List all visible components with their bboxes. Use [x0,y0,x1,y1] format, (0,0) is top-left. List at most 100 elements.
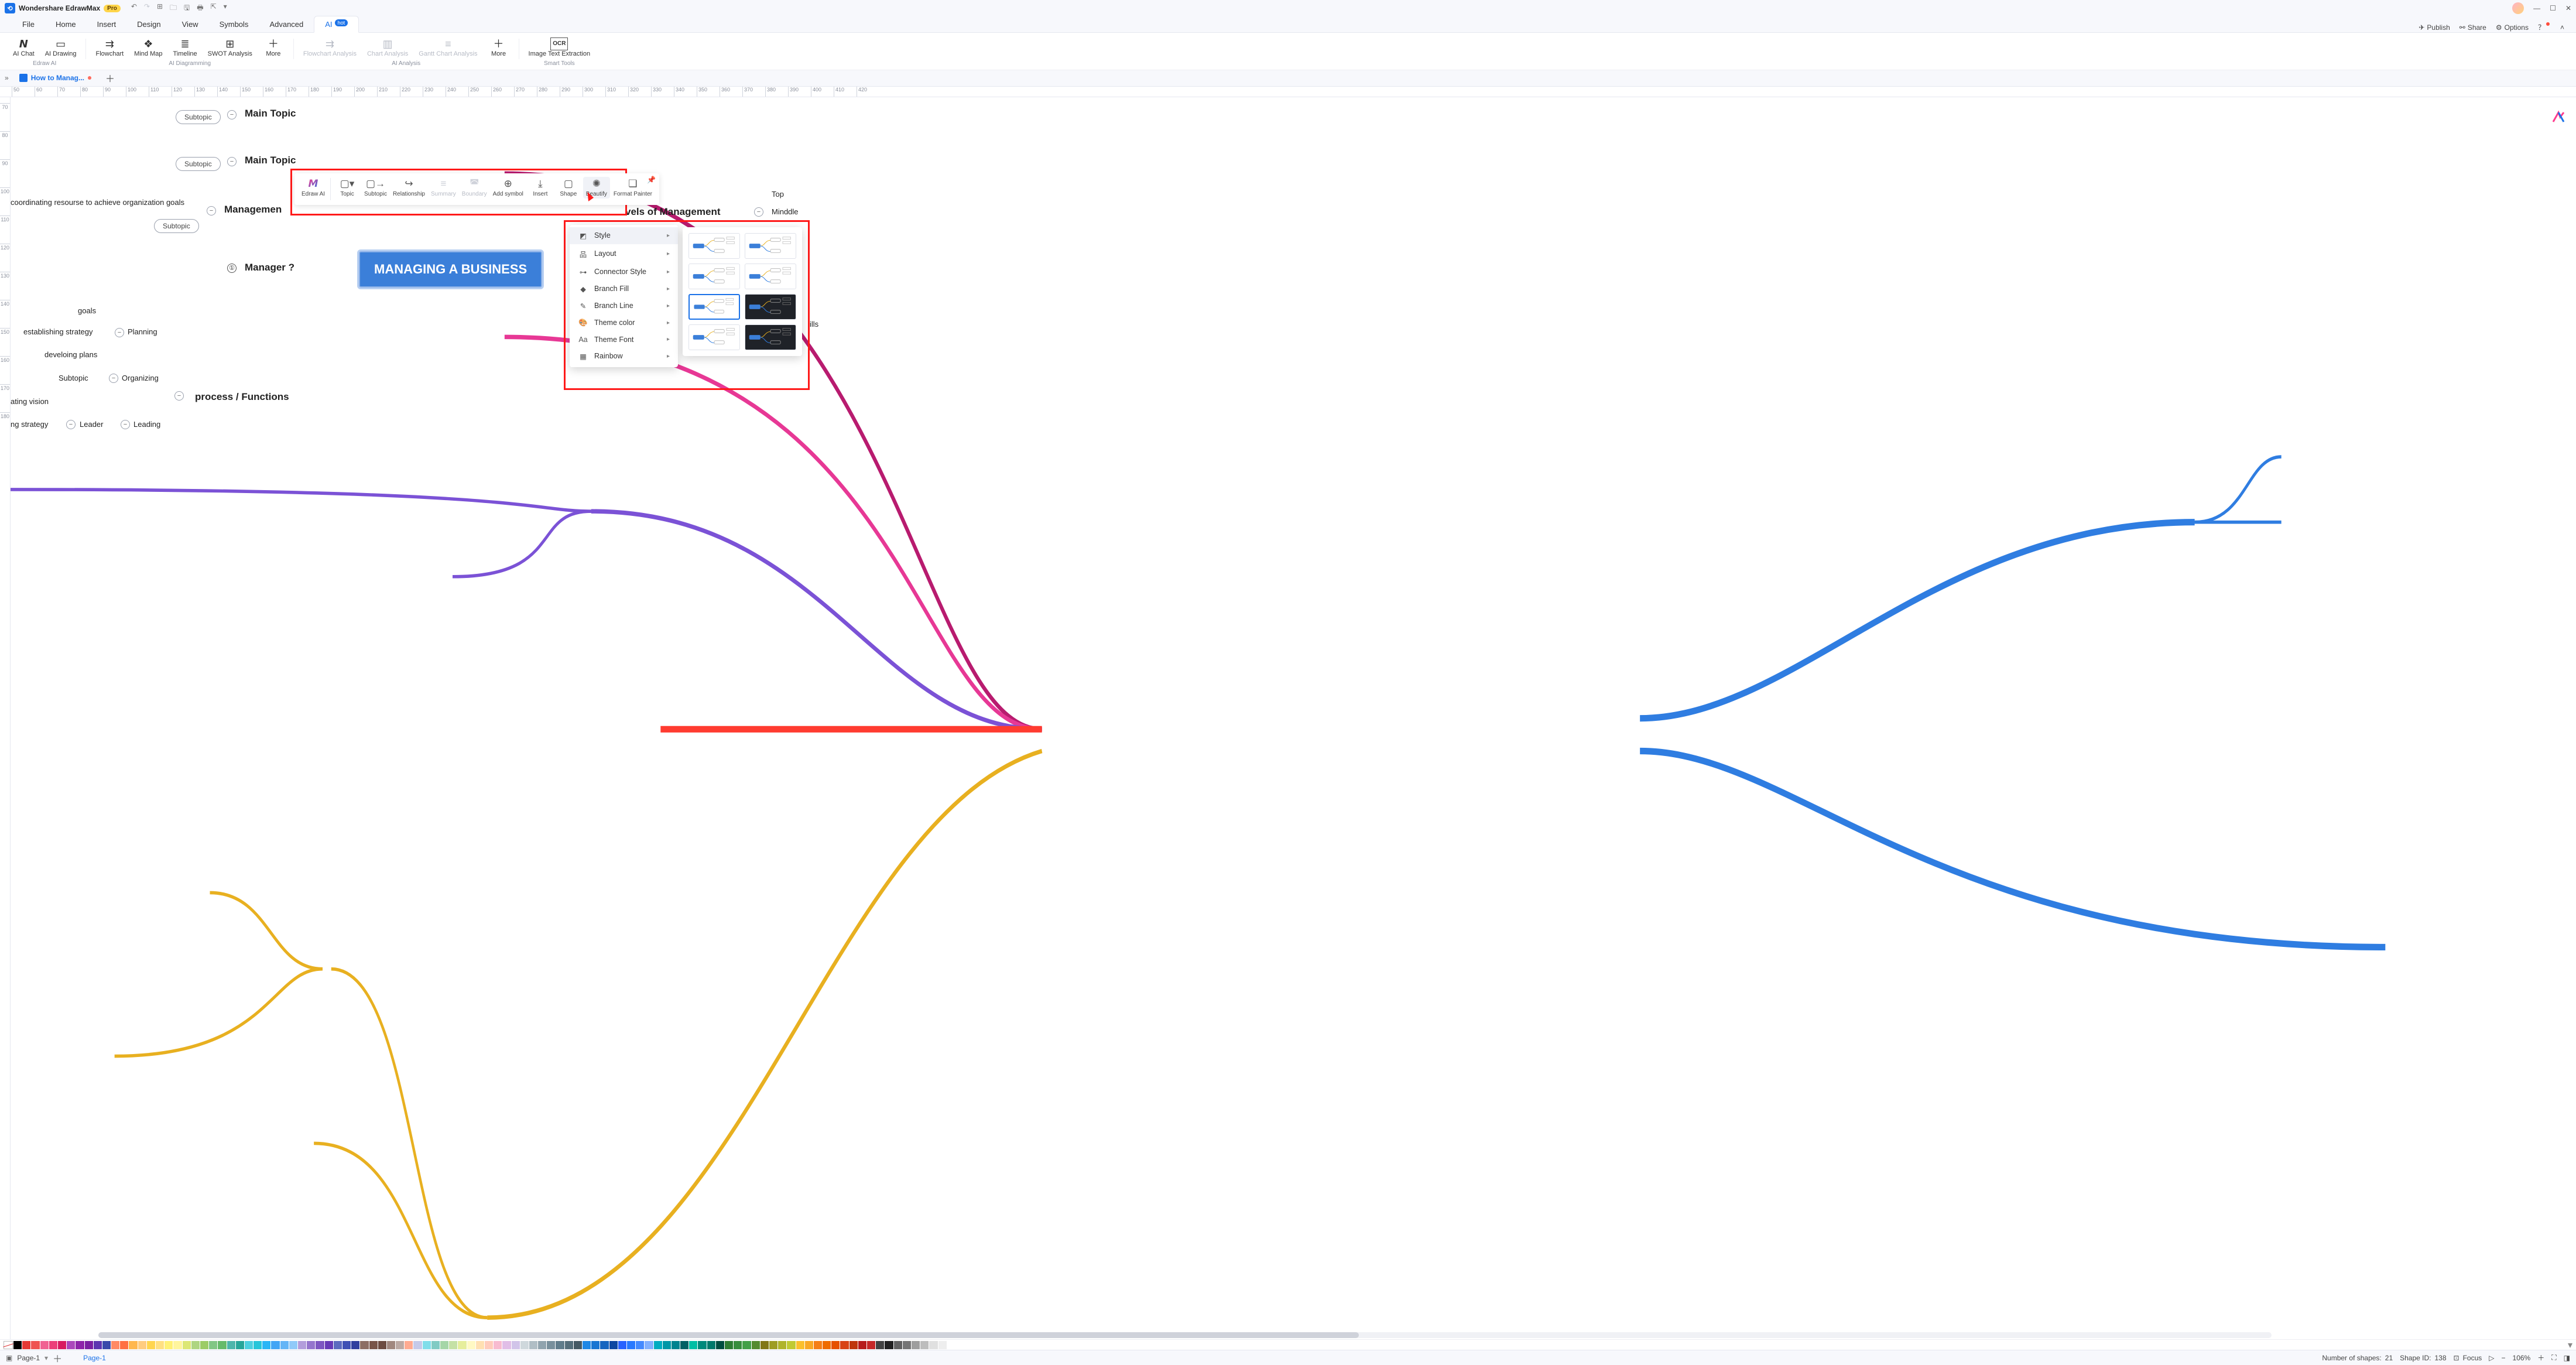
collapse-ribbon-icon[interactable]: ˄ [2560,23,2564,32]
color-swatch[interactable] [787,1341,795,1349]
color-swatch[interactable] [912,1341,920,1349]
color-swatch[interactable] [58,1341,66,1349]
color-swatch[interactable] [262,1341,270,1349]
color-swatch[interactable] [76,1341,84,1349]
color-swatch[interactable] [129,1341,137,1349]
color-swatch[interactable] [236,1341,244,1349]
print-icon[interactable]: 🖶 [197,2,203,15]
subtopic-box-c[interactable]: Subtopic [154,219,199,233]
collapse-icon[interactable]: − [174,391,184,401]
color-swatch[interactable] [920,1341,929,1349]
color-swatch[interactable] [885,1341,893,1349]
zoom-in-button[interactable]: ＋ [2537,1353,2544,1363]
color-swatch[interactable] [858,1341,866,1349]
more-analysis-button[interactable]: ＋More [485,36,513,59]
color-swatch[interactable] [458,1341,466,1349]
color-swatch[interactable] [67,1341,75,1349]
color-swatch[interactable] [334,1341,342,1349]
menu-item-layout[interactable]: 品Layout▸ [570,244,678,264]
color-swatch[interactable] [707,1341,715,1349]
collapse-icon[interactable]: − [109,374,118,383]
color-swatch[interactable] [698,1341,706,1349]
publish-button[interactable]: ✈ Publish [2419,23,2450,32]
no-fill-swatch[interactable] [4,1341,13,1349]
save-icon[interactable]: 🖫 [184,2,190,15]
more-diagram-button[interactable]: ＋More [259,36,287,59]
topic-est-strategy[interactable]: establishing strategy [23,327,93,336]
color-swatch[interactable] [405,1341,413,1349]
color-swatch[interactable] [485,1341,493,1349]
color-swatch[interactable] [840,1341,848,1349]
page-link[interactable]: Page-1 [83,1354,106,1362]
topic-ills[interactable]: ills [810,320,818,329]
topic-top[interactable]: Top [772,190,784,199]
tab-view[interactable]: View [172,16,209,32]
color-swatch[interactable] [529,1341,537,1349]
style-thumbnail[interactable] [688,264,740,289]
color-swatch[interactable] [31,1341,39,1349]
color-swatch[interactable] [556,1341,564,1349]
export-icon[interactable]: ⇱ [211,2,217,15]
color-swatch[interactable] [716,1341,724,1349]
color-swatch[interactable] [663,1341,671,1349]
options-button[interactable]: ⚙ Options [2496,23,2529,32]
open-icon[interactable]: 🗀 [170,2,177,15]
relationship-button[interactable]: ↪Relationship [390,177,427,199]
collapse-icon[interactable]: − [754,207,763,217]
central-topic[interactable]: MANAGING A BUSINESS [359,251,542,288]
color-swatch[interactable] [831,1341,840,1349]
style-thumbnail[interactable] [745,264,796,289]
ai-chat-button[interactable]: 𝙉AI Chat [9,36,38,59]
topic-subtopic-d[interactable]: Subtopic [59,374,88,382]
color-swatch[interactable] [325,1341,333,1349]
color-swatch[interactable] [574,1341,582,1349]
style-thumbnail[interactable] [745,294,796,320]
color-swatch[interactable] [218,1341,226,1349]
color-swatch[interactable] [138,1341,146,1349]
color-swatch[interactable] [849,1341,858,1349]
color-swatch[interactable] [609,1341,618,1349]
menu-item-theme-color[interactable]: 🎨Theme color▸ [570,314,678,331]
tab-file[interactable]: File [12,16,45,32]
topic-planning[interactable]: Planning [128,327,157,336]
topic-organizing[interactable]: Organizing [122,374,159,382]
topic-button[interactable]: ▢▾Topic [334,177,361,199]
palette-dropdown-icon[interactable]: ▾ [2568,1339,2572,1351]
color-swatch[interactable] [316,1341,324,1349]
color-swatch[interactable] [645,1341,653,1349]
topic-ng-strategy[interactable]: ng strategy [11,420,48,429]
color-swatch[interactable] [929,1341,937,1349]
color-swatch[interactable] [94,1341,102,1349]
collapse-icon[interactable]: − [115,328,124,337]
ocr-button[interactable]: OCRImage Text Extraction [525,36,594,59]
topic-middle[interactable]: Minddle [772,207,799,216]
color-swatch[interactable] [40,1341,49,1349]
mindmap-button[interactable]: ❖Mind Map [131,36,166,59]
flowchart-button[interactable]: ⇉Flowchart [92,36,127,59]
menu-item-branch-line[interactable]: ✎Branch Line▸ [570,297,678,314]
ai-badge-icon[interactable] [2551,110,2565,124]
color-swatch[interactable] [298,1341,306,1349]
color-swatch[interactable] [147,1341,155,1349]
color-swatch[interactable] [752,1341,760,1349]
zoom-level[interactable]: 106% [2513,1354,2531,1362]
menu-item-connector[interactable]: ⊶Connector Style▸ [570,264,678,280]
fit-page-button[interactable]: ⛶ [2551,1353,2556,1362]
color-swatch[interactable] [805,1341,813,1349]
style-thumbnail[interactable] [688,294,740,320]
topic-levels[interactable]: vels of Management [625,206,721,218]
document-tab[interactable]: How to Manag... [13,71,97,84]
color-swatch[interactable] [413,1341,422,1349]
share-button[interactable]: ⚯ Share [2459,23,2486,32]
color-swatch[interactable] [449,1341,457,1349]
color-swatch[interactable] [351,1341,359,1349]
color-swatch[interactable] [165,1341,173,1349]
color-swatch[interactable] [547,1341,555,1349]
color-swatch[interactable] [894,1341,902,1349]
color-swatch[interactable] [289,1341,297,1349]
color-swatch[interactable] [903,1341,911,1349]
menu-item-theme-font[interactable]: AaTheme Font▸ [570,331,678,348]
topic-manager[interactable]: Manager ? [245,262,294,273]
help-icon[interactable]: ？ [2538,22,2551,32]
zoom-out-button[interactable]: − [2502,1354,2506,1362]
